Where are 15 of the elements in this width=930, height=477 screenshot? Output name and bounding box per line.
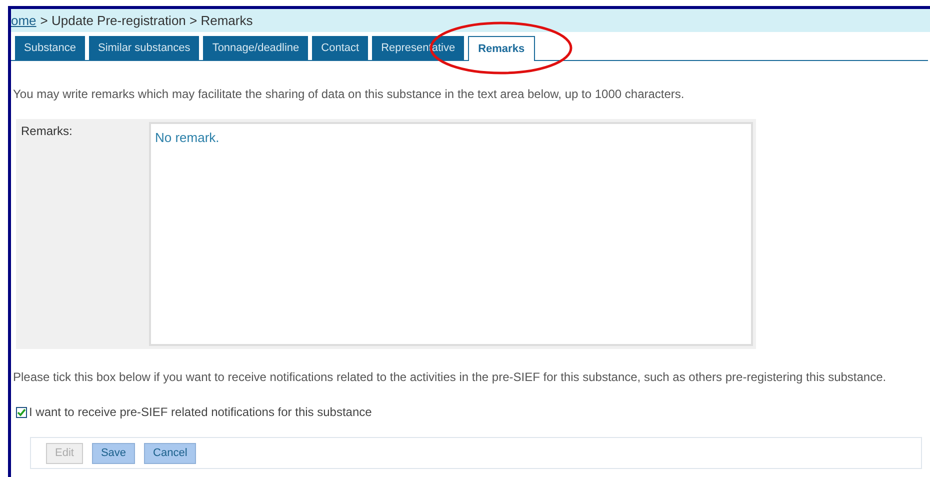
breadcrumb-text: > Update Pre-registration > Remarks [40, 12, 253, 30]
notification-text: Please tick this box below if you want to receive notifications related to the activities in the pre-SIEF for this substance, such as others pre-registering this substance. [13, 369, 888, 386]
tab[interactable]: Tonnage/deadline [203, 36, 308, 60]
remarks-textarea[interactable]: No remark. [149, 122, 753, 346]
tab[interactable]: Similar substances [88, 36, 200, 60]
checkbox-label: I want to receive pre-SIEF related notifications for this substance [29, 404, 372, 421]
action-button[interactable]: Cancel [144, 442, 196, 464]
intro-text: You may write remarks which may facilitate the sharing of data on this substance in the text area below, up to 1000 characters. [13, 86, 686, 103]
tab[interactable]: Substance [15, 36, 85, 60]
action-button[interactable]: Save [92, 442, 136, 464]
tab[interactable]: Contact [312, 36, 368, 60]
remarks-label: Remarks: [20, 123, 74, 140]
checkbox[interactable] [16, 406, 27, 418]
home-link[interactable]: ome [11, 10, 36, 30]
tab[interactable]: Remarks [468, 36, 535, 61]
